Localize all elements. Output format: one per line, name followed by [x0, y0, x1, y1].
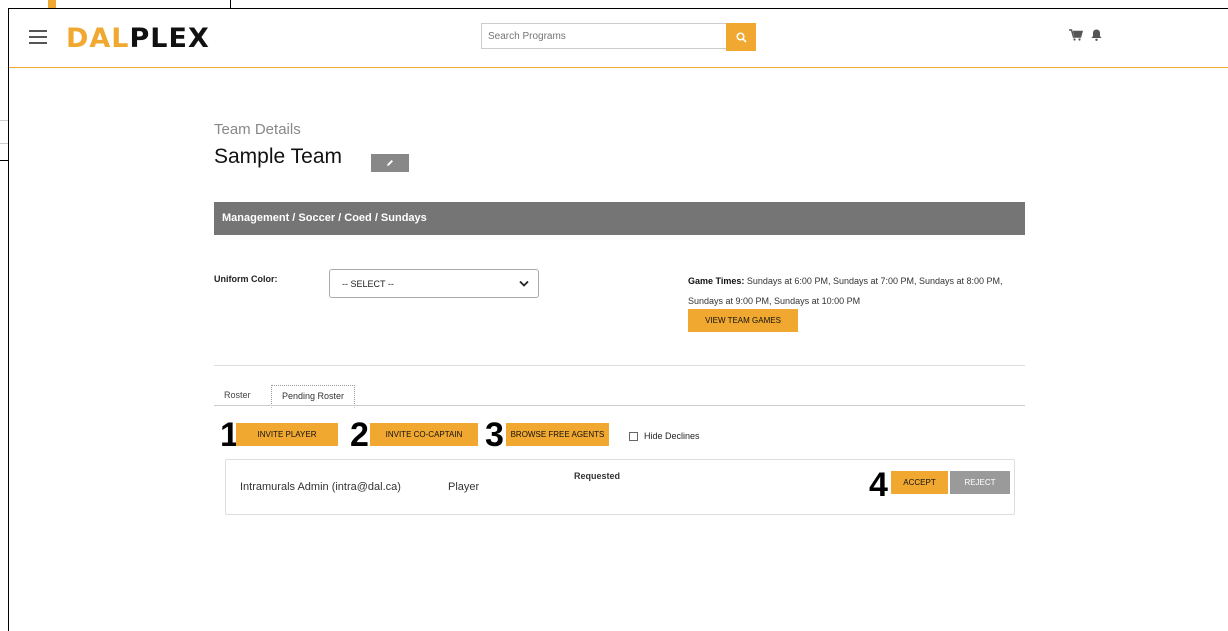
uniform-color-select[interactable]: -- SELECT -- [329, 269, 539, 298]
hide-declines-checkbox[interactable] [629, 431, 638, 441]
uniform-color-label: Uniform Color: [214, 274, 278, 284]
browse-free-agents-button[interactable]: BROWSE FREE AGENTS [506, 423, 609, 446]
uniform-color-value: -- SELECT -- [342, 278, 394, 289]
search-button[interactable] [726, 23, 756, 51]
breadcrumb: Management / Soccer / Coed / Sundays [214, 202, 1025, 235]
logo-plex: PLEX [129, 23, 210, 54]
search-input[interactable] [481, 23, 726, 49]
hamburger-menu-icon[interactable] [29, 30, 47, 44]
annotation-number-2: 2 [350, 416, 369, 454]
requester-role: Player [448, 481, 480, 493]
request-status: Requested [574, 471, 621, 481]
hide-declines-label: Hide Declines [644, 431, 700, 441]
cart-icon[interactable] [1069, 29, 1083, 41]
logo-dal: DAL [66, 23, 130, 54]
edit-team-button[interactable] [371, 154, 409, 172]
search-icon [735, 31, 747, 43]
hide-declines-option: Hide Declines [629, 431, 700, 441]
search-bar [481, 23, 757, 51]
game-times-label: Game Times: [688, 276, 745, 286]
pencil-icon [387, 160, 393, 166]
annotation-number-4: 4 [869, 466, 888, 504]
reject-button[interactable]: REJECT [950, 471, 1010, 494]
app-window: DALPLEX Team Details Sample Team Managem… [8, 8, 1228, 631]
top-navigation-bar: DALPLEX [9, 9, 1228, 68]
background-pencil-icon [48, 0, 56, 8]
invite-player-button[interactable]: INVITE PLAYER [236, 423, 338, 446]
game-times: Game Times: Sundays at 6:00 PM, Sundays … [688, 271, 1033, 311]
bell-icon[interactable] [1091, 29, 1102, 41]
view-team-games-button[interactable]: VIEW TEAM GAMES [688, 309, 798, 332]
page-label: Team Details [214, 121, 301, 138]
requester-name: Intramurals Admin (intra@dal.ca) [240, 481, 401, 493]
divider [214, 365, 1025, 366]
accept-button[interactable]: ACCEPT [891, 471, 948, 494]
chevron-down-icon [519, 280, 529, 287]
pending-request-card: Intramurals Admin (intra@dal.ca) Player … [225, 459, 1015, 515]
logo[interactable]: DALPLEX [66, 23, 210, 54]
tabs-divider [214, 405, 1025, 406]
tab-roster[interactable]: Roster [218, 385, 257, 405]
top-icons [1069, 29, 1102, 41]
annotation-number-3: 3 [485, 416, 504, 454]
page-title: Sample Team [214, 145, 343, 168]
invite-cocaptain-button[interactable]: INVITE CO-CAPTAIN [370, 423, 478, 446]
